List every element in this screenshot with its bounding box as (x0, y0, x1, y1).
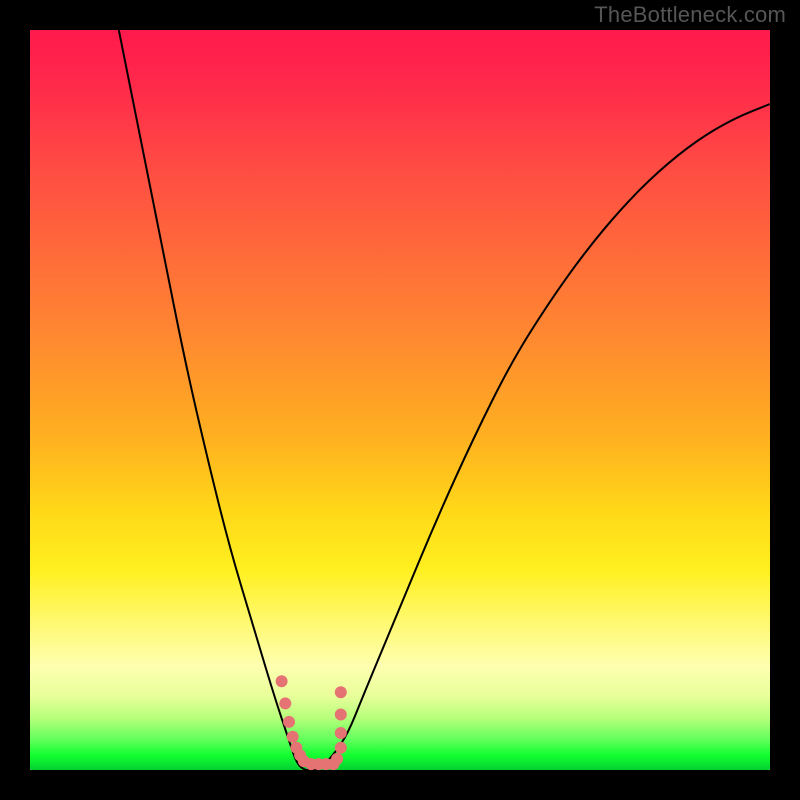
sweet-spot-marker (276, 675, 347, 770)
curve-layer (30, 30, 770, 770)
bottleneck-curve (119, 30, 770, 770)
gradient-plot-area (30, 30, 770, 770)
chart-frame: TheBottleneck.com (0, 0, 800, 800)
watermark-label: TheBottleneck.com (594, 2, 786, 28)
